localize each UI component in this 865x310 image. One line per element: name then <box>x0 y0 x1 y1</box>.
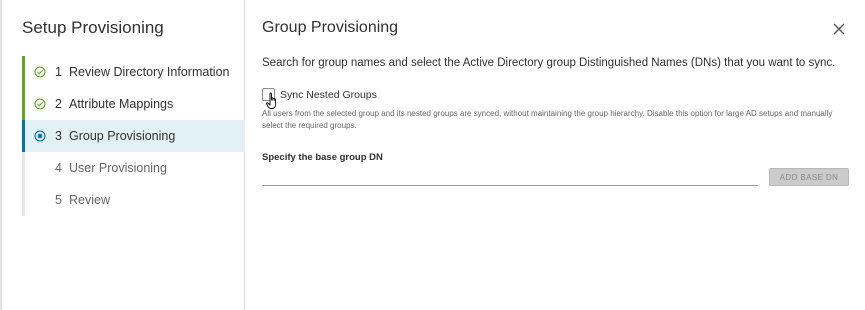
step-number: 4 <box>55 161 62 175</box>
step-label: User Provisioning <box>69 161 167 175</box>
base-group-dn-label: Specify the base group DN <box>262 152 383 163</box>
step-group-provisioning[interactable]: 3 Group Provisioning <box>22 120 245 152</box>
sidebar-title: Setup Provisioning <box>22 18 164 37</box>
step-review[interactable]: 5 Review <box>22 184 245 216</box>
step-review-directory-information[interactable]: 1 Review Directory Information <box>22 56 245 88</box>
step-label: Attribute Mappings <box>69 97 174 111</box>
page-description: Search for group names and select the Ac… <box>262 57 836 69</box>
close-button[interactable] <box>830 20 848 38</box>
step-number: 5 <box>55 193 62 207</box>
page-title: Group Provisioning <box>262 19 399 36</box>
close-icon <box>833 23 845 35</box>
main-panel: Group Provisioning Search for group name… <box>245 0 865 310</box>
hand-cursor-icon <box>266 92 277 109</box>
sync-nested-groups-label: Sync Nested Groups <box>280 88 377 101</box>
step-number: 3 <box>55 129 62 143</box>
add-base-dn-button[interactable]: ADD BASE DN <box>769 168 849 186</box>
wizard-sidebar: Setup Provisioning 1 Review Directory In… <box>4 0 245 310</box>
step-label: Review <box>69 193 110 207</box>
sync-nested-groups-help: All users from the selected group and it… <box>262 109 833 130</box>
step-label: Review Directory Information <box>69 65 230 79</box>
base-group-dn-input[interactable] <box>262 168 758 186</box>
check-circle-icon <box>33 65 47 79</box>
check-circle-icon <box>33 97 47 111</box>
step-attribute-mappings[interactable]: 2 Attribute Mappings <box>22 88 245 120</box>
wizard-steps: 1 Review Directory Information 2 Attribu… <box>22 56 245 216</box>
step-number: 1 <box>55 65 62 79</box>
step-label: Group Provisioning <box>69 129 176 143</box>
step-user-provisioning[interactable]: 4 User Provisioning <box>22 152 245 184</box>
step-number: 2 <box>55 97 62 111</box>
dot-circle-icon <box>33 129 47 143</box>
setup-provisioning-modal: Setup Provisioning 1 Review Directory In… <box>0 0 865 310</box>
